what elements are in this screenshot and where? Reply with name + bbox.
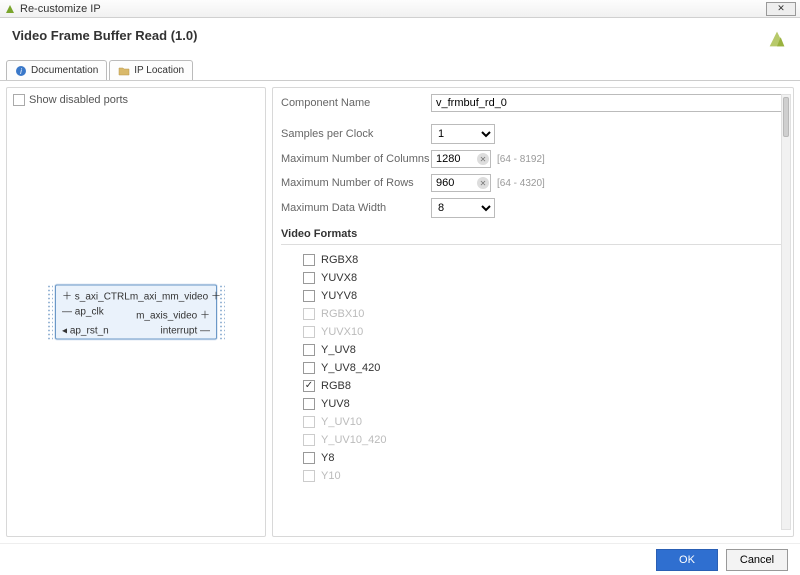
video-format-checkbox — [303, 308, 315, 320]
video-format-label: Y_UV8 — [321, 344, 356, 356]
video-format-label: YUV8 — [321, 398, 350, 410]
show-disabled-ports-checkbox[interactable] — [13, 94, 25, 106]
max-data-width-label: Maximum Data Width — [281, 202, 431, 214]
video-format-checkbox — [303, 326, 315, 338]
window-close-button[interactable]: ✕ — [766, 2, 796, 16]
clear-icon[interactable]: ✕ — [477, 153, 489, 165]
samples-per-clock-select[interactable]: 1 — [431, 124, 495, 144]
video-format-checkbox — [303, 470, 315, 482]
tab-ip-location-label: IP Location — [134, 65, 184, 76]
content-area: Show disabled ports ＋ s_axi_CTRLm_axi_mm… — [0, 81, 800, 543]
video-format-label: RGB8 — [321, 380, 351, 392]
component-name-label: Component Name — [281, 97, 431, 109]
video-format-checkbox[interactable] — [303, 362, 315, 374]
folder-icon — [118, 65, 130, 77]
ip-right-pins — [219, 285, 225, 340]
tab-ip-location[interactable]: IP Location — [109, 60, 193, 80]
max-data-width-select[interactable]: 8 — [431, 198, 495, 218]
max-rows-range: [64 - 4320] — [497, 178, 545, 189]
video-format-item[interactable]: RGB8 — [281, 377, 777, 395]
video-format-label: YUVX10 — [321, 326, 363, 338]
scrollbar-thumb[interactable] — [783, 97, 789, 137]
video-format-label: RGBX8 — [321, 254, 358, 266]
cancel-button[interactable]: Cancel — [726, 549, 788, 571]
max-columns-range: [64 - 8192] — [497, 154, 545, 165]
video-format-item: Y_UV10 — [281, 413, 777, 431]
svg-text:i: i — [20, 67, 22, 76]
header: Video Frame Buffer Read (1.0) — [0, 18, 800, 59]
tab-documentation-label: Documentation — [31, 65, 98, 76]
video-format-item: Y_UV10_420 — [281, 431, 777, 449]
video-format-label: Y10 — [321, 470, 341, 482]
video-format-label: RGBX10 — [321, 308, 364, 320]
video-format-checkbox — [303, 416, 315, 428]
video-format-checkbox — [303, 434, 315, 446]
video-format-label: Y_UV10 — [321, 416, 362, 428]
config-panel: Component Name Samples per Clock 1 Maxim… — [272, 87, 794, 537]
video-formats-title: Video Formats — [281, 228, 785, 240]
ip-symbol-panel: Show disabled ports ＋ s_axi_CTRLm_axi_mm… — [6, 87, 266, 537]
app-icon — [4, 3, 16, 15]
video-format-item: YUVX10 — [281, 323, 777, 341]
video-format-checkbox[interactable] — [303, 380, 315, 392]
video-format-item[interactable]: RGBX8 — [281, 251, 777, 269]
video-format-checkbox[interactable] — [303, 344, 315, 356]
ip-block-wrap: ＋ s_axi_CTRLm_axi_mm_video ＋ — ap_clkm_a… — [55, 285, 217, 340]
video-format-label: Y8 — [321, 452, 334, 464]
video-format-checkbox[interactable] — [303, 398, 315, 410]
video-format-label: Y_UV8_420 — [321, 362, 380, 374]
divider — [281, 244, 785, 245]
video-formats-list: RGBX8 YUVX8 YUYV8 RGBX10 YUVX10 Y_UV8 Y_UV8_42… — [281, 251, 785, 530]
ok-button[interactable]: OK — [656, 549, 718, 571]
titlebar: Re-customize IP ✕ — [0, 0, 800, 18]
window-title: Re-customize IP — [20, 3, 101, 15]
video-format-item: RGBX10 — [281, 305, 777, 323]
max-rows-label: Maximum Number of Rows — [281, 177, 431, 189]
footer: OK Cancel — [0, 543, 800, 575]
info-icon: i — [15, 65, 27, 77]
component-name-input[interactable] — [431, 94, 785, 112]
video-format-item[interactable]: Y_UV8 — [281, 341, 777, 359]
video-format-checkbox[interactable] — [303, 272, 315, 284]
video-format-item: Y10 — [281, 467, 777, 485]
video-format-label: YUVX8 — [321, 272, 357, 284]
video-format-item[interactable]: YUV8 — [281, 395, 777, 413]
video-format-item[interactable]: Y8 — [281, 449, 777, 467]
ip-block[interactable]: ＋ s_axi_CTRLm_axi_mm_video ＋ — ap_clkm_a… — [55, 285, 217, 340]
samples-per-clock-label: Samples per Clock — [281, 128, 431, 140]
page-title: Video Frame Buffer Read (1.0) — [12, 28, 197, 43]
show-disabled-ports-row[interactable]: Show disabled ports — [13, 94, 259, 106]
scrollbar[interactable] — [781, 94, 791, 530]
clear-icon[interactable]: ✕ — [477, 177, 489, 189]
video-format-checkbox[interactable] — [303, 290, 315, 302]
show-disabled-ports-label: Show disabled ports — [29, 94, 128, 106]
ip-left-pins — [47, 285, 53, 340]
video-format-item[interactable]: YUVX8 — [281, 269, 777, 287]
video-format-item[interactable]: YUYV8 — [281, 287, 777, 305]
video-format-checkbox[interactable] — [303, 452, 315, 464]
video-format-label: Y_UV10_420 — [321, 434, 386, 446]
video-format-label: YUYV8 — [321, 290, 357, 302]
video-format-item[interactable]: Y_UV8_420 — [281, 359, 777, 377]
tab-bar: i Documentation IP Location — [0, 59, 800, 81]
tab-documentation[interactable]: i Documentation — [6, 60, 107, 80]
video-format-checkbox[interactable] — [303, 254, 315, 266]
max-columns-label: Maximum Number of Columns — [281, 153, 431, 165]
brand-logo-icon — [766, 28, 788, 53]
